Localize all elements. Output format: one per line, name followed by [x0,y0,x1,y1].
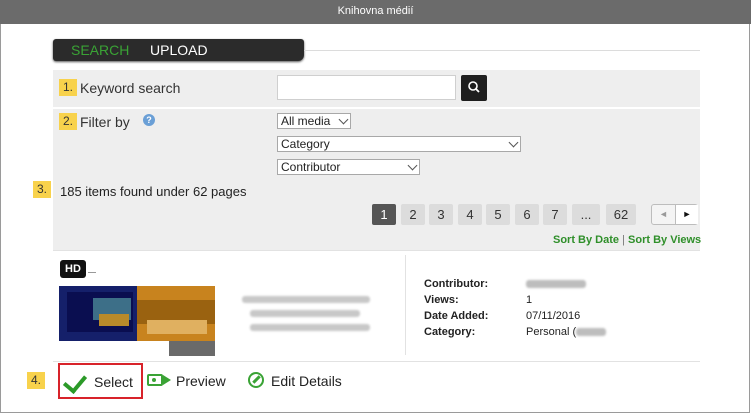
chevron-down-icon [407,160,418,171]
media-type-value: All media [281,114,331,128]
preview-button[interactable]: Preview [176,373,226,389]
keyword-label: Keyword search [80,80,181,96]
page-button[interactable]: 2 [401,204,425,225]
redacted-title [242,296,370,303]
help-icon[interactable]: ? [143,114,155,126]
hd-badge: HD [60,260,86,278]
sort-by-views-link[interactable]: Sort By Views [628,234,701,246]
sort-separator: | [622,234,625,246]
step-3-badge: 3. [33,181,51,198]
select-button[interactable]: Select [58,363,143,399]
page-button: ... [572,204,600,225]
keyword-input[interactable] [277,75,456,100]
chevron-down-icon [338,114,349,125]
media-thumbnail[interactable] [59,286,215,341]
contributor-select[interactable]: Contributor [277,159,420,175]
views-meta-label: Views: [424,294,459,306]
thumb-detail [147,320,207,334]
tab-divider [304,50,700,51]
thumb-detail [99,314,129,326]
prev-page-button[interactable]: ◄ [652,205,675,224]
page-button[interactable]: 5 [486,204,510,225]
category-value: Category [281,137,330,151]
hd-dash [88,272,96,273]
tab-bar: SEARCH UPLOAD [53,39,304,61]
page-button[interactable]: 62 [606,204,636,225]
step-2-badge: 2. [59,113,77,130]
page-nav: ◄ ► [651,204,698,225]
contributor-value: Contributor [281,160,341,174]
page-button[interactable]: 3 [429,204,453,225]
thumb-part-left [59,286,137,341]
category-select[interactable]: Category [277,136,521,152]
page-button[interactable]: 4 [458,204,482,225]
page-button[interactable]: 6 [515,204,539,225]
thumb-part-right [137,286,215,341]
camera-dot [152,378,156,382]
edit-pencil-icon [248,372,264,388]
date-meta-value: 07/11/2016 [526,310,581,322]
window-title: Knihovna médií [337,5,414,17]
search-icon [468,81,480,93]
step-4-badge: 4. [27,372,45,389]
category-meta-value: Personal ( [526,326,577,338]
title-bar: Knihovna médií [0,0,751,24]
tab-upload[interactable]: UPLOAD [150,41,208,59]
step-1-badge: 1. [59,79,77,96]
edit-details-button[interactable]: Edit Details [271,373,342,389]
category-meta-label: Category: [424,326,476,338]
category-meta-redacted [576,328,606,336]
search-button[interactable] [461,75,487,101]
media-type-select[interactable]: All media [277,113,351,129]
camera-lens-icon [163,375,171,385]
redacted-title [250,324,370,331]
results-summary: 185 items found under 62 pages [60,184,247,199]
sort-by-date-link[interactable]: Sort By Date [553,234,619,246]
views-meta-value: 1 [526,294,533,306]
chevron-down-icon [508,137,519,148]
sort-links: Sort By Date | Sort By Views [553,234,701,246]
checkmark-icon [62,368,88,395]
contributor-meta-label: Contributor: [424,278,489,290]
tab-search[interactable]: SEARCH [71,41,129,59]
page-button[interactable]: 1 [372,204,396,225]
date-meta-label: Date Added: [424,310,489,322]
select-label: Select [94,374,133,390]
thumb-caption-redacted [169,341,215,356]
page-button[interactable]: 7 [543,204,567,225]
filter-label: Filter by [80,114,130,130]
next-page-button[interactable]: ► [675,205,698,224]
contributor-meta-value-redacted [526,280,586,288]
redacted-title [250,310,360,317]
item-divider [405,255,406,355]
